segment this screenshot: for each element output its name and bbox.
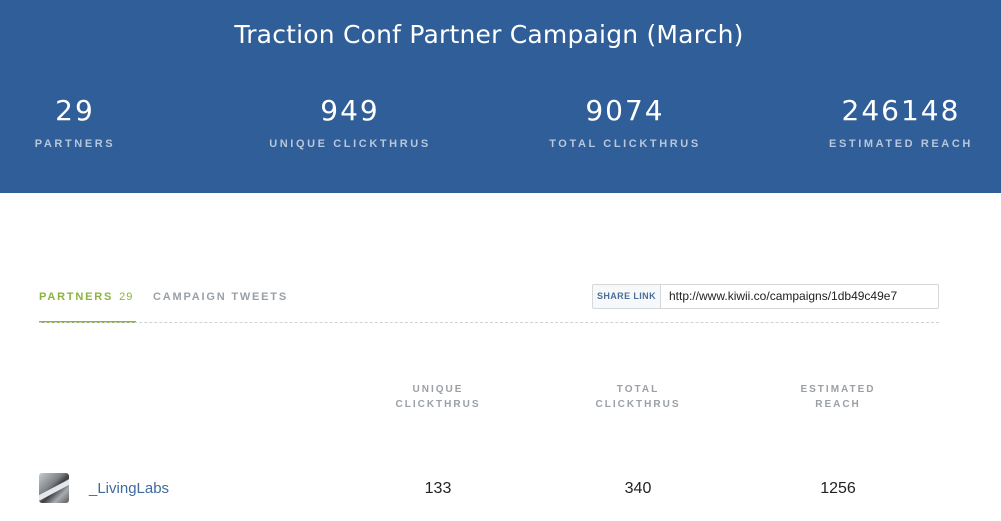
table-row: _LivingLabs 133 340 1256 (39, 473, 939, 503)
stat-label: ESTIMATED REACH (829, 138, 973, 150)
campaign-header: Traction Conf Partner Campaign (March) 2… (0, 0, 1001, 193)
total-clickthrus-value: 340 (624, 480, 652, 497)
stat-estimated-reach: 246148 ESTIMATED REACH (801, 92, 1001, 150)
stat-value: 9074 (585, 94, 665, 127)
estimated-reach-value: 1256 (820, 480, 856, 497)
share-link-box: SHARE LINK http://www.kiwii.co/campaigns… (592, 284, 939, 309)
stat-value: 246148 (841, 94, 961, 127)
column-header-line: ESTIMATED (800, 384, 876, 395)
partner-name-link[interactable]: _LivingLabs (89, 480, 169, 497)
share-link-url[interactable]: http://www.kiwii.co/campaigns/1db49c49e7 (661, 285, 938, 308)
column-header-total-clickthrus[interactable]: TOTAL CLICKTHRUS (568, 382, 708, 412)
column-header-estimated-reach[interactable]: ESTIMATED REACH (768, 382, 908, 412)
tab-partners[interactable]: PARTNERS 29 (39, 291, 133, 303)
stat-value: 29 (55, 94, 95, 127)
stat-total-clickthrus: 9074 TOTAL CLICKTHRUS (525, 92, 725, 150)
partners-count-badge: 29 (119, 291, 134, 303)
partner-avatar-icon[interactable] (39, 473, 69, 503)
share-link-label: SHARE LINK (593, 285, 661, 308)
campaign-title: Traction Conf Partner Campaign (March) (234, 20, 744, 49)
column-header-line: TOTAL (616, 384, 660, 395)
unique-clickthrus-value: 133 (424, 480, 452, 497)
column-header-unique-clickthrus[interactable]: UNIQUE CLICKTHRUS (368, 382, 508, 412)
column-header-line: REACH (815, 399, 861, 410)
stat-label: TOTAL CLICKTHRUS (549, 138, 701, 150)
stat-unique-clickthrus: 949 UNIQUE CLICKTHRUS (250, 92, 450, 150)
tab-divider (39, 322, 939, 323)
column-header-line: CLICKTHRUS (395, 399, 481, 410)
tab-campaign-tweets[interactable]: CAMPAIGN TWEETS (153, 291, 288, 303)
stat-label: PARTNERS (34, 138, 116, 150)
stat-partners: 29 PARTNERS (25, 92, 125, 150)
column-header-line: CLICKTHRUS (595, 399, 681, 410)
stat-label: UNIQUE CLICKTHRUS (269, 138, 431, 150)
tab-partners-label: PARTNERS (39, 291, 114, 303)
stat-value: 949 (320, 94, 380, 127)
column-header-line: UNIQUE (412, 384, 464, 395)
